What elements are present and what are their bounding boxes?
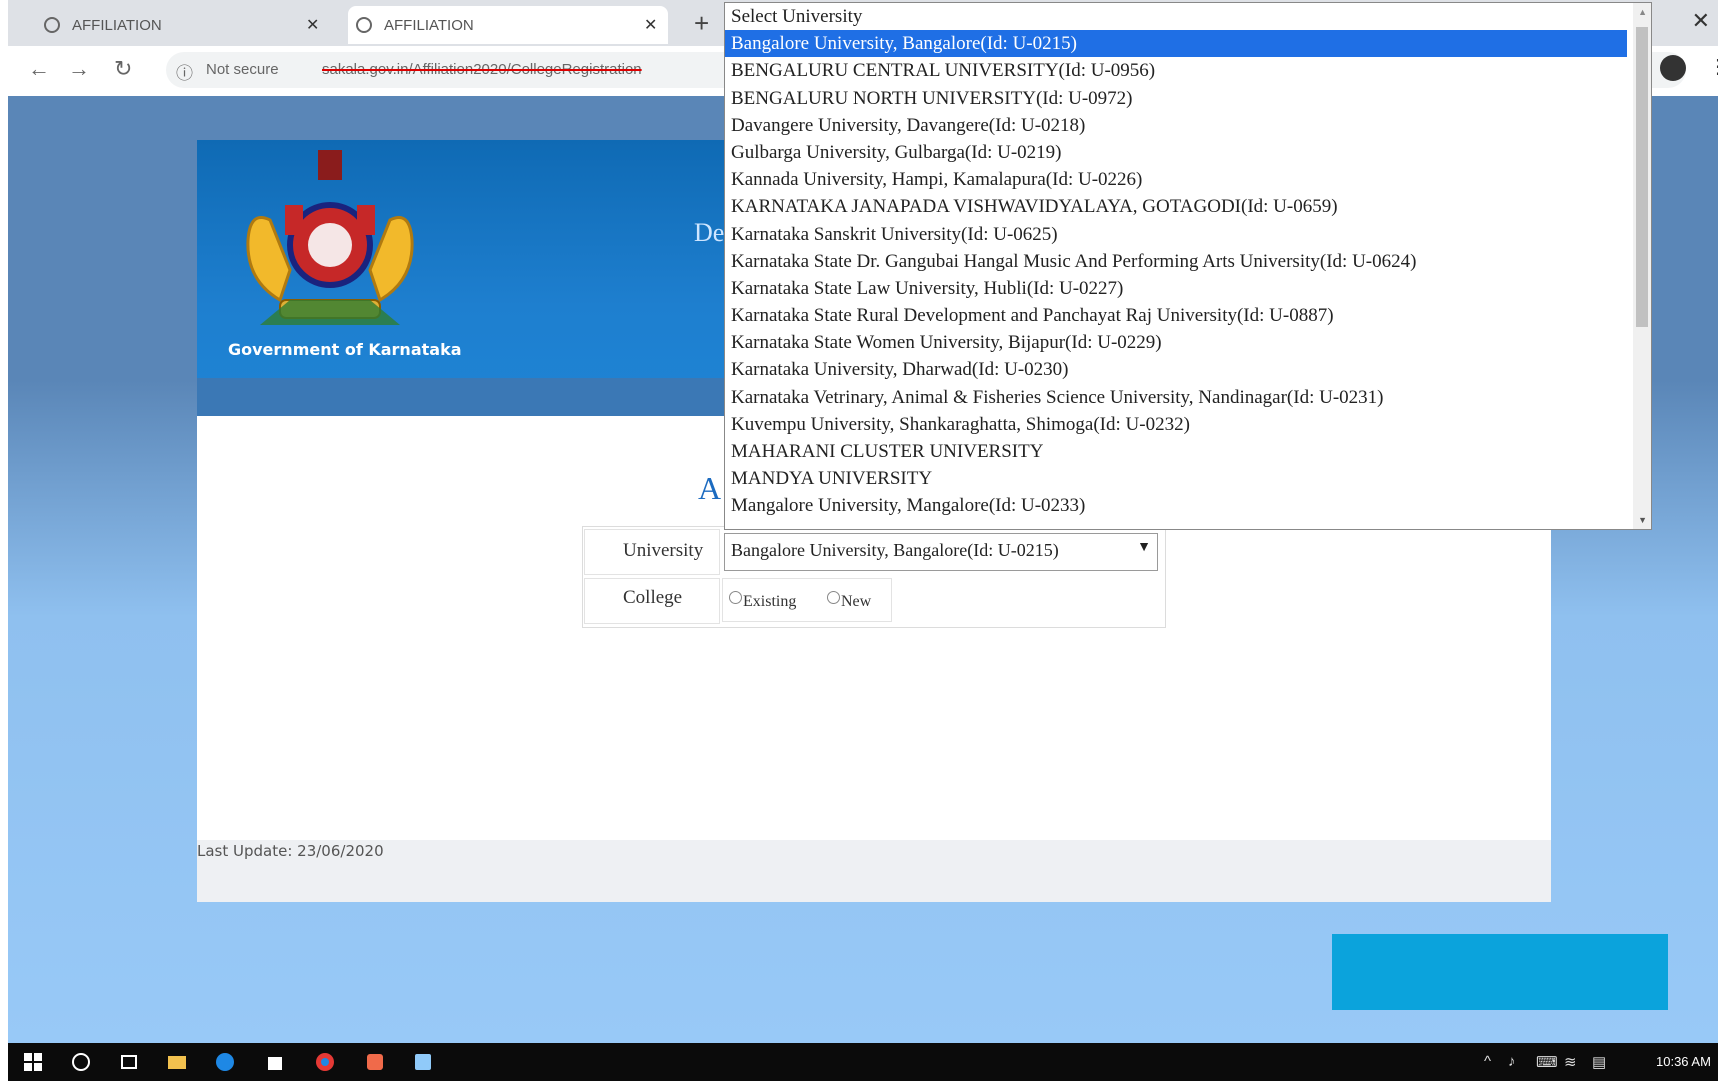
college-label: College (584, 578, 720, 624)
browser-tab-1[interactable]: AFFILIATION ✕ (16, 6, 346, 44)
college-type-group: Existing New (722, 578, 892, 622)
file-explorer-icon[interactable] (166, 1051, 188, 1073)
clock[interactable]: 10:36 AM (1656, 1054, 1711, 1069)
existing-radio-label[interactable]: Existing (743, 593, 796, 611)
language-icon[interactable]: ⌨ (1536, 1053, 1558, 1071)
scroll-down-icon[interactable]: ▼ (1638, 515, 1647, 525)
reload-icon[interactable]: ↻ (114, 56, 132, 82)
network-icon[interactable]: ≋ (1564, 1053, 1577, 1071)
university-dropdown-list[interactable]: Select University Bangalore University, … (724, 2, 1652, 530)
app-icon[interactable] (412, 1051, 434, 1073)
university-select-value: Bangalore University, Bangalore(Id: U-02… (731, 540, 1059, 560)
page-heading-partial: A (698, 470, 722, 506)
dropdown-option[interactable]: MANDYA UNIVERSITY (725, 465, 1651, 492)
search-icon[interactable] (70, 1051, 92, 1073)
footer-bar (197, 840, 1551, 902)
dropdown-option[interactable]: BENGALURU CENTRAL UNIVERSITY(Id: U-0956) (725, 57, 1651, 84)
university-label: University (584, 529, 720, 575)
dropdown-option-selected[interactable]: Bangalore University, Bangalore(Id: U-02… (725, 30, 1627, 58)
forward-icon[interactable]: → (68, 56, 90, 82)
university-select[interactable]: Bangalore University, Bangalore(Id: U-02… (724, 533, 1158, 571)
dropdown-option[interactable]: Karnataka State Dr. Gangubai Hangal Musi… (725, 248, 1651, 275)
scrollbar-thumb[interactable] (1636, 27, 1648, 327)
dropdown-scrollbar[interactable]: ▲ ▼ (1633, 3, 1651, 529)
close-icon[interactable]: ✕ (644, 15, 657, 35)
window-close-icon[interactable]: ✕ (1692, 8, 1710, 34)
windows-start-icon[interactable] (22, 1051, 44, 1073)
edge-browser-icon[interactable] (214, 1051, 236, 1073)
new-tab-button[interactable]: + (694, 8, 709, 39)
back-icon[interactable]: ← (28, 56, 50, 82)
task-view-icon[interactable] (118, 1051, 140, 1073)
org-name: Government of Karnataka (228, 340, 462, 359)
volume-icon[interactable]: ♪ (1508, 1053, 1516, 1070)
tab-title: AFFILIATION (384, 16, 474, 34)
last-update-text: Last Update: 23/06/2020 (197, 842, 384, 860)
security-label: Not secure (206, 61, 279, 78)
dropdown-option[interactable]: Kannada University, Hampi, Kamalapura(Id… (725, 166, 1651, 193)
chevron-up-icon[interactable]: ^ (1484, 1053, 1491, 1070)
app-icon[interactable] (364, 1051, 386, 1073)
dropdown-option[interactable]: BENGALURU NORTH UNIVERSITY(Id: U-0972) (725, 85, 1651, 112)
url-text[interactable]: sakala.gov.in/Affiliation2020/CollegeReg… (322, 61, 642, 78)
dropdown-option[interactable]: Karnataka Vetrinary, Animal & Fisheries … (725, 384, 1651, 411)
cyan-block (1332, 934, 1668, 1010)
new-radio[interactable] (827, 591, 840, 604)
header-title-partial: De (694, 218, 725, 247)
url-value: sakala.gov.in/Affiliation2020/CollegeReg… (322, 61, 642, 78)
menu-icon[interactable]: ⋮ (1708, 54, 1718, 79)
taskbar: ^ ♪ ⌨ ≋ ▤ 10:36 AM (8, 1043, 1718, 1081)
tab-title: AFFILIATION (72, 16, 162, 34)
dropdown-option[interactable]: Karnataka State Law University, Hubli(Id… (725, 275, 1651, 302)
dropdown-option[interactable]: Mangalore University, Mangalore(Id: U-02… (725, 492, 1651, 519)
dropdown-option[interactable]: Karnataka Sanskrit University(Id: U-0625… (725, 221, 1651, 248)
chrome-icon[interactable] (314, 1051, 336, 1073)
info-icon[interactable]: ⓘ (176, 59, 193, 84)
new-radio-label[interactable]: New (841, 593, 871, 611)
close-icon[interactable]: ✕ (306, 15, 319, 35)
karnataka-emblem-icon (246, 150, 414, 325)
browser-tab-2[interactable]: AFFILIATION ✕ (348, 6, 668, 44)
dropdown-option[interactable]: Gulbarga University, Gulbarga(Id: U-0219… (725, 139, 1651, 166)
profile-icon[interactable] (1660, 55, 1686, 81)
dropdown-option[interactable]: MAHARANI CLUSTER UNIVERSITY (725, 438, 1651, 465)
existing-radio[interactable] (729, 591, 742, 604)
store-icon[interactable] (264, 1051, 286, 1073)
dropdown-option[interactable]: Karnataka University, Dharwad(Id: U-0230… (725, 356, 1651, 383)
dropdown-option[interactable]: Karnataka State Women University, Bijapu… (725, 329, 1651, 356)
scroll-up-icon[interactable]: ▲ (1638, 7, 1647, 17)
dropdown-option[interactable]: Davangere University, Davangere(Id: U-02… (725, 112, 1651, 139)
dropdown-option[interactable]: KARNATAKA JANAPADA VISHWAVIDYALAYA, GOTA… (725, 193, 1651, 220)
dropdown-option[interactable]: Select University (725, 3, 1651, 30)
dropdown-option[interactable]: Karnataka State Rural Development and Pa… (725, 302, 1651, 329)
notification-icon[interactable]: ▤ (1592, 1053, 1606, 1071)
dropdown-option[interactable]: Kuvempu University, Shankaraghatta, Shim… (725, 411, 1651, 438)
globe-icon (44, 17, 60, 33)
globe-icon (356, 17, 372, 33)
chevron-down-icon: ▼ (1137, 540, 1151, 555)
